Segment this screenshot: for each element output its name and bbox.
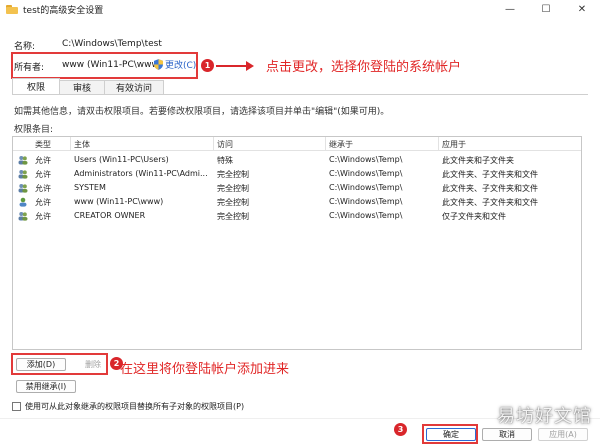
row-type: 允许 xyxy=(35,184,51,193)
window-title: test的高级安全设置 xyxy=(23,5,104,16)
info-text: 如需其他信息，请双击权限项目。若要修改权限项目，请选择该项目并单击"编辑"(如果… xyxy=(14,107,390,117)
header-applies-to[interactable]: 应用于 xyxy=(442,139,466,150)
name-value: C:\Windows\Temp\test xyxy=(62,39,162,49)
header-type[interactable]: 类型 xyxy=(35,139,51,150)
row-inherited: C:\Windows\Temp\ xyxy=(329,169,403,178)
row-access: 特殊 xyxy=(217,156,233,165)
users-group-icon xyxy=(18,212,28,221)
row-type: 允许 xyxy=(35,170,51,179)
row-principal: www (Win11-PC\www) xyxy=(74,197,164,206)
row-applies: 此文件夹、子文件夹和文件 xyxy=(442,170,538,179)
folder-icon xyxy=(6,4,18,14)
row-type: 允许 xyxy=(35,156,51,165)
header-inherited-from[interactable]: 继承于 xyxy=(329,139,353,150)
row-access: 完全控制 xyxy=(217,198,249,207)
row-access: 完全控制 xyxy=(217,212,249,221)
row-applies: 仅子文件夹和文件 xyxy=(442,212,506,221)
row-access: 完全控制 xyxy=(217,184,249,193)
single-user-icon xyxy=(19,197,27,207)
row-applies: 此文件夹、子文件夹和文件 xyxy=(442,198,538,207)
window-controls: — ☐ ✕ xyxy=(492,0,600,18)
header-principal[interactable]: 主体 xyxy=(74,139,90,150)
table-header: 类型 主体 访问 继承于 应用于 xyxy=(13,137,581,151)
table-row[interactable]: 允许 www (Win11-PC\www) 完全控制 C:\Windows\Te… xyxy=(13,196,581,209)
row-principal: Administrators (Win11-PC\Admi... xyxy=(74,169,208,178)
close-button[interactable]: ✕ xyxy=(564,0,600,18)
disable-inheritance-button[interactable]: 禁用继承(I) xyxy=(16,380,76,393)
step1-arrow-line xyxy=(216,65,248,67)
step1-annotation: 点击更改，选择你登陆的系统帐户 xyxy=(266,60,462,75)
apply-button[interactable]: 应用(A) xyxy=(538,428,588,441)
row-inherited: C:\Windows\Temp\ xyxy=(329,211,403,220)
table-row[interactable]: 允许 Users (Win11-PC\Users) 特殊 C:\Windows\… xyxy=(13,154,581,167)
tab-permissions[interactable]: 权限 xyxy=(12,78,60,94)
maximize-button[interactable]: ☐ xyxy=(528,0,564,18)
step1-arrow-head xyxy=(246,61,254,71)
cancel-button[interactable]: 取消 xyxy=(482,428,532,441)
add-highlight-box xyxy=(11,353,108,375)
replace-permissions-checkbox-row[interactable]: 使用可从此对象继承的权限项目替换所有子对象的权限项目(P) xyxy=(12,401,244,412)
tab-auditing[interactable]: 审核 xyxy=(59,80,105,94)
owner-highlight-box xyxy=(11,52,198,79)
replace-permissions-checkbox[interactable] xyxy=(12,402,21,411)
row-applies: 此文件夹、子文件夹和文件 xyxy=(442,184,538,193)
row-type: 允许 xyxy=(35,198,51,207)
replace-permissions-label: 使用可从此对象继承的权限项目替换所有子对象的权限项目(P) xyxy=(25,402,245,411)
name-label: 名称: xyxy=(14,42,36,52)
table-row[interactable]: 允许 CREATOR OWNER 完全控制 C:\Windows\Temp\ 仅… xyxy=(13,210,581,223)
minimize-button[interactable]: — xyxy=(492,0,528,18)
row-inherited: C:\Windows\Temp\ xyxy=(329,197,403,206)
row-inherited: C:\Windows\Temp\ xyxy=(329,183,403,192)
row-principal: Users (Win11-PC\Users) xyxy=(74,155,169,164)
step2-annotation: 在这里将你登陆帐户添加进来 xyxy=(120,362,290,377)
users-group-icon xyxy=(18,170,28,179)
title-bar: test的高级安全设置 — ☐ ✕ xyxy=(0,0,600,18)
entries-label: 权限条目: xyxy=(14,125,54,135)
table-row[interactable]: 允许 Administrators (Win11-PC\Admi... 完全控制… xyxy=(13,168,581,181)
table-row[interactable]: 允许 SYSTEM 完全控制 C:\Windows\Temp\ 此文件夹、子文件… xyxy=(13,182,581,195)
ok-button[interactable]: 确定 xyxy=(426,428,476,441)
header-access[interactable]: 访问 xyxy=(217,139,233,150)
step3-badge: 3 xyxy=(394,423,407,436)
row-access: 完全控制 xyxy=(217,170,249,179)
row-inherited: C:\Windows\Temp\ xyxy=(329,155,403,164)
step1-badge: 1 xyxy=(201,59,214,72)
tab-strip: 权限 审核 有效访问 xyxy=(12,78,164,94)
users-group-icon xyxy=(18,184,28,193)
users-group-icon xyxy=(18,156,28,165)
tab-effective-access[interactable]: 有效访问 xyxy=(104,80,164,94)
tab-divider xyxy=(12,94,588,95)
row-principal: SYSTEM xyxy=(74,183,106,192)
permissions-table[interactable]: 类型 主体 访问 继承于 应用于 允许 Users (Win11-PC\User… xyxy=(12,136,582,350)
row-applies: 此文件夹和子文件夹 xyxy=(442,156,514,165)
row-principal: CREATOR OWNER xyxy=(74,211,146,220)
row-type: 允许 xyxy=(35,212,51,221)
watermark: 易坊好文馆 xyxy=(497,406,592,427)
